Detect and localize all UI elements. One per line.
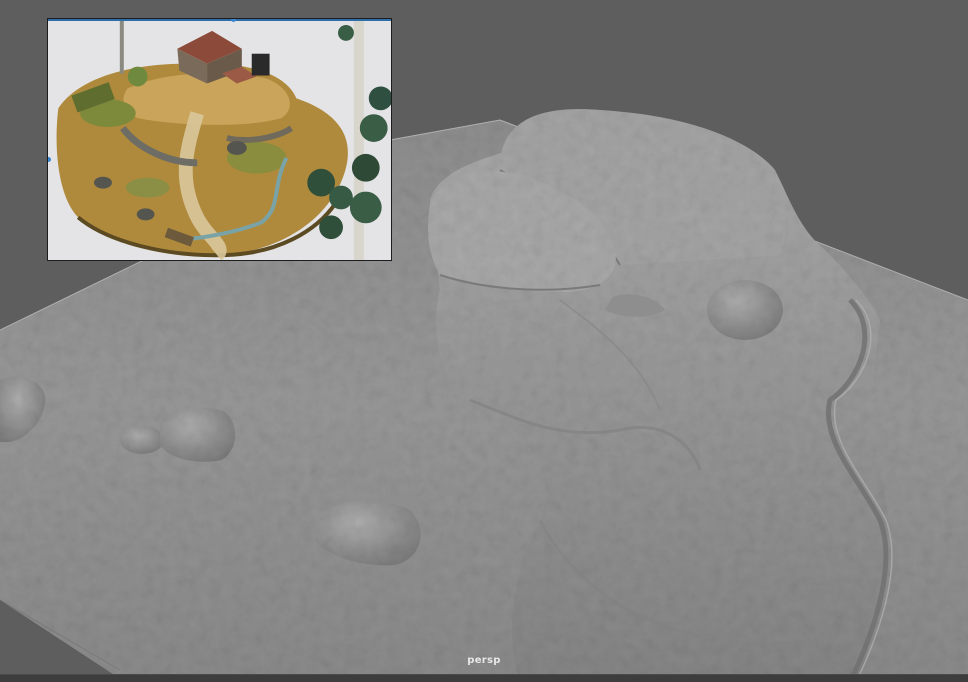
rock-small-b bbox=[160, 407, 236, 462]
selection-highlight bbox=[48, 19, 391, 21]
reference-image-plane[interactable] bbox=[47, 18, 392, 261]
rock-small-a bbox=[120, 426, 164, 454]
concept-art-image bbox=[48, 19, 391, 260]
perspective-viewport[interactable]: persp bbox=[0, 0, 968, 682]
viewport-bottom-border bbox=[0, 674, 968, 682]
rock-boulder-right bbox=[707, 280, 783, 340]
camera-name-label: persp bbox=[467, 655, 501, 666]
